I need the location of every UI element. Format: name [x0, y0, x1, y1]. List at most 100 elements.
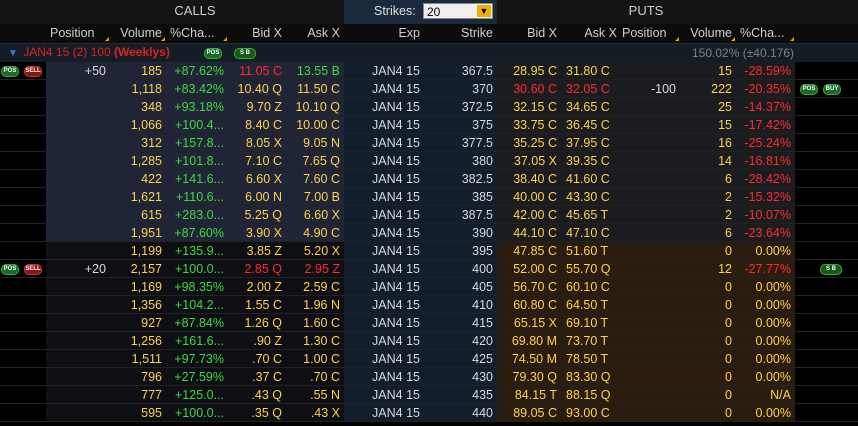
table-row[interactable]: 595 +100.0... .35 Q .43 X JAN4 15 440 89.05 C9… [0, 404, 858, 422]
col-put-ask[interactable]: Ask X [561, 24, 621, 43]
put-bid-cell[interactable]: 28.95 C [497, 62, 561, 80]
expiration-cell[interactable]: JAN4 15 [344, 80, 424, 98]
col-call-bid[interactable]: Bid X [228, 24, 286, 43]
expiration-cell[interactable]: JAN4 15 [344, 242, 424, 260]
expiration-cell[interactable]: JAN4 15 [344, 368, 424, 386]
put-position-cell[interactable] [618, 296, 680, 314]
call-volume-cell[interactable]: 615 [110, 206, 166, 224]
call-position-cell[interactable] [46, 296, 110, 314]
put-volume-cell[interactable]: 15 [680, 116, 736, 134]
put-bid-cell[interactable]: 47.85 C [497, 242, 561, 260]
strike-cell[interactable]: 370 [424, 80, 497, 98]
put-volume-cell[interactable]: 0 [680, 314, 736, 332]
put-change-cell[interactable]: N/A [736, 386, 795, 404]
put-volume-cell[interactable]: 0 [680, 386, 736, 404]
put-bid-cell[interactable]: 33.75 C [497, 116, 561, 134]
strike-cell[interactable]: 390 [424, 224, 497, 242]
put-bid-cell[interactable]: 56.70 C [497, 278, 561, 296]
put-bid-cell[interactable]: 69.80 M [497, 332, 561, 350]
put-position-cell[interactable] [618, 242, 680, 260]
strike-cell[interactable]: 380 [424, 152, 497, 170]
call-change-cell[interactable]: +87.62% [166, 62, 228, 80]
put-position-cell[interactable] [618, 170, 680, 188]
call-position-cell[interactable] [46, 152, 110, 170]
call-bid-cell[interactable]: 11.05 C [228, 62, 286, 80]
put-position-cell[interactable] [618, 350, 680, 368]
put-position-cell[interactable] [618, 332, 680, 350]
call-volume-cell[interactable]: 796 [110, 368, 166, 386]
put-change-cell[interactable]: 0.00% [736, 314, 795, 332]
put-bid-cell[interactable]: 37.05 X [497, 152, 561, 170]
call-bid-cell[interactable]: 9.70 Z [228, 98, 286, 116]
put-change-cell[interactable]: -15.32% [736, 188, 795, 206]
call-ask-cell[interactable]: 6.60 X [286, 206, 344, 224]
put-volume-cell[interactable]: 25 [680, 98, 736, 116]
pos-badge-icon[interactable]: POS [1, 66, 19, 77]
put-ask-cell[interactable]: 60.10 C [561, 278, 618, 296]
strike-cell[interactable]: 430 [424, 368, 497, 386]
table-row[interactable]: 796 +27.59% .37 C .70 C JAN4 15 430 79.30 Q 83.… [0, 368, 858, 386]
put-volume-cell[interactable]: 0 [680, 296, 736, 314]
call-ask-cell[interactable]: 10.00 C [286, 116, 344, 134]
put-volume-cell[interactable]: 6 [680, 170, 736, 188]
col-call-volume[interactable]: Volume [110, 24, 166, 43]
strike-cell[interactable]: 385 [424, 188, 497, 206]
table-row[interactable]: 1,256 +161.6... .90 Z 1.30 C JAN4 15 420 69.80… [0, 332, 858, 350]
call-position-cell[interactable] [46, 224, 110, 242]
put-bid-cell[interactable]: 30.60 C [497, 80, 561, 98]
put-volume-cell[interactable]: 2 [680, 206, 736, 224]
strike-cell[interactable]: 372.5 [424, 98, 497, 116]
call-position-cell[interactable]: +50 [46, 62, 110, 80]
put-ask-cell[interactable]: 34.65 C [561, 98, 618, 116]
table-row[interactable]: 1,356 +104.2... 1.55 C 1.96 N JAN4 15 410 60.8… [0, 296, 858, 314]
put-ask-cell[interactable]: 43.30 C [561, 188, 618, 206]
call-volume-cell[interactable]: 312 [110, 134, 166, 152]
put-position-cell[interactable] [618, 386, 680, 404]
call-position-cell[interactable] [46, 242, 110, 260]
call-change-cell[interactable]: +125.0... [166, 386, 228, 404]
table-row[interactable]: 1,199 +135.9... 3.85 Z 5.20 X JAN4 15 395 47.8… [0, 242, 858, 260]
put-bid-cell[interactable]: 32.15 C [497, 98, 561, 116]
strike-cell[interactable]: 420 [424, 332, 497, 350]
put-bid-cell[interactable]: 65.15 X [497, 314, 561, 332]
call-bid-cell[interactable]: .43 Q [228, 386, 286, 404]
call-volume-cell[interactable]: 1,511 [110, 350, 166, 368]
table-row[interactable]: 777 +125.0... .43 Q .55 N JAN4 15 435 84.15 T8… [0, 386, 858, 404]
call-change-cell[interactable]: +110.6... [166, 188, 228, 206]
call-volume-cell[interactable]: 1,256 [110, 332, 166, 350]
call-position-cell[interactable] [46, 134, 110, 152]
put-ask-cell[interactable]: 51.60 T [561, 242, 618, 260]
put-volume-cell[interactable]: 0 [680, 404, 736, 422]
call-bid-cell[interactable]: .90 Z [228, 332, 286, 350]
call-position-cell[interactable]: +20 [46, 260, 110, 278]
strike-cell[interactable]: 410 [424, 296, 497, 314]
strike-cell[interactable]: 382.5 [424, 170, 497, 188]
col-put-volume[interactable]: Volume [680, 24, 736, 43]
call-ask-cell[interactable]: 1.60 C [286, 314, 344, 332]
col-call-position[interactable]: Position [46, 24, 110, 43]
put-ask-cell[interactable]: 69.10 T [561, 314, 618, 332]
put-bid-cell[interactable]: 60.80 C [497, 296, 561, 314]
table-row[interactable]: 927 +87.84% 1.26 Q 1.60 C JAN4 15 415 65.15 X6… [0, 314, 858, 332]
call-ask-cell[interactable]: 13.55 B [286, 62, 344, 80]
call-change-cell[interactable]: +100.0... [166, 404, 228, 422]
put-position-cell[interactable] [618, 62, 680, 80]
table-row[interactable]: +20 2,157 +100.0... 2.85 Q 2.95 Z JAN4 15 400 5… [0, 260, 858, 278]
put-ask-cell[interactable]: 31.80 C [561, 62, 618, 80]
call-bid-cell[interactable]: 2.00 Z [228, 278, 286, 296]
call-change-cell[interactable]: +98.35% [166, 278, 228, 296]
call-change-cell[interactable]: +87.60% [166, 224, 228, 242]
strike-cell[interactable]: 377.5 [424, 134, 497, 152]
call-change-cell[interactable]: +135.9... [166, 242, 228, 260]
call-change-cell[interactable]: +101.8... [166, 152, 228, 170]
put-position-cell[interactable] [618, 314, 680, 332]
put-volume-cell[interactable]: 15 [680, 62, 736, 80]
call-bid-cell[interactable]: 1.26 Q [228, 314, 286, 332]
put-bid-cell[interactable]: 89.05 C [497, 404, 561, 422]
call-change-cell[interactable]: +100.0... [166, 260, 228, 278]
put-ask-cell[interactable]: 73.70 T [561, 332, 618, 350]
put-change-cell[interactable]: 0.00% [736, 332, 795, 350]
expiration-cell[interactable]: JAN4 15 [344, 134, 424, 152]
table-row[interactable]: 422 +141.6... 6.60 X 7.60 C JAN4 15 382.5 38.4… [0, 170, 858, 188]
put-volume-cell[interactable]: 0 [680, 278, 736, 296]
